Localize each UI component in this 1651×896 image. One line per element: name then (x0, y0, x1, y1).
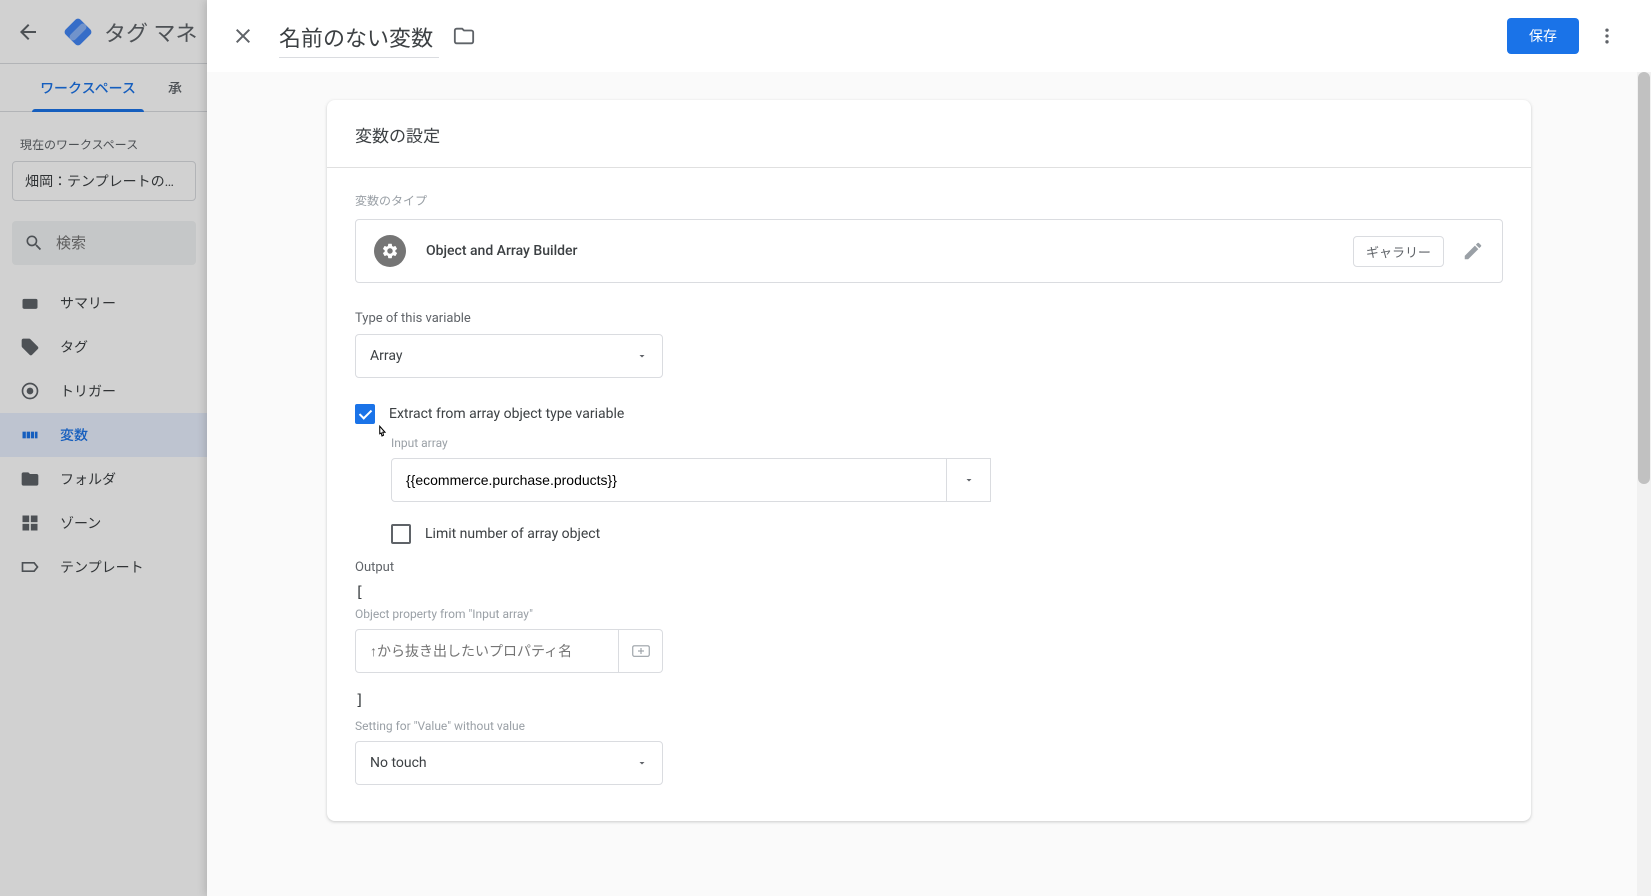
object-property-label: Object property from "Input array" (355, 607, 1503, 621)
limit-number-checkbox[interactable] (391, 524, 411, 544)
variable-type-name: Object and Array Builder (426, 243, 1353, 259)
input-array-field-wrap (391, 458, 991, 502)
type-of-variable-value: Array (370, 348, 402, 364)
output-open-bracket: [ (355, 583, 1503, 601)
setting-value-select[interactable]: No touch (355, 741, 663, 785)
input-array-input[interactable] (391, 458, 947, 502)
extract-from-array-checkbox[interactable] (355, 404, 375, 424)
output-close-bracket: ] (355, 691, 1503, 709)
card-title: 変数の設定 (327, 100, 1531, 168)
variable-type-row[interactable]: Object and Array Builder ギャラリー (355, 219, 1503, 283)
extract-from-array-label: Extract from array object type variable (389, 406, 624, 422)
close-icon[interactable] (231, 24, 255, 48)
edit-pencil-icon[interactable] (1462, 240, 1484, 262)
panel-body: 変数の設定 変数のタイプ Object and Array Builder ギャ… (207, 72, 1651, 896)
setting-value-value: No touch (370, 755, 427, 771)
type-of-variable-select[interactable]: Array (355, 334, 663, 378)
more-menu-button[interactable] (1587, 16, 1627, 56)
chevron-down-icon[interactable] (947, 458, 991, 502)
setting-value-label: Setting for "Value" without value (355, 719, 1503, 733)
save-button[interactable]: 保存 (1507, 18, 1579, 54)
variable-type-section-label: 変数のタイプ (355, 192, 1503, 209)
gallery-button[interactable]: ギャラリー (1353, 236, 1444, 267)
variable-config-card: 変数の設定 変数のタイプ Object and Array Builder ギャ… (327, 100, 1531, 821)
scrollbar[interactable] (1637, 72, 1651, 896)
chevron-down-icon (636, 350, 648, 362)
variable-editor-panel: 名前のない変数 保存 変数の設定 変数のタイプ Object and Array… (207, 0, 1651, 896)
insert-variable-button[interactable] (619, 629, 663, 673)
type-of-variable-label: Type of this variable (355, 311, 1503, 326)
insert-variable-icon (632, 644, 650, 658)
input-array-label: Input array (391, 436, 1503, 450)
more-vert-icon (1597, 26, 1617, 46)
object-property-input[interactable] (355, 629, 619, 673)
panel-header: 名前のない変数 保存 (207, 0, 1651, 72)
variable-name-input[interactable]: 名前のない変数 (279, 15, 439, 58)
output-label: Output (355, 560, 1503, 575)
limit-number-label: Limit number of array object (425, 526, 600, 542)
gear-icon (374, 235, 406, 267)
chevron-down-icon (636, 757, 648, 769)
cursor-pointer-icon (373, 422, 391, 444)
folder-select-icon[interactable] (453, 25, 475, 47)
